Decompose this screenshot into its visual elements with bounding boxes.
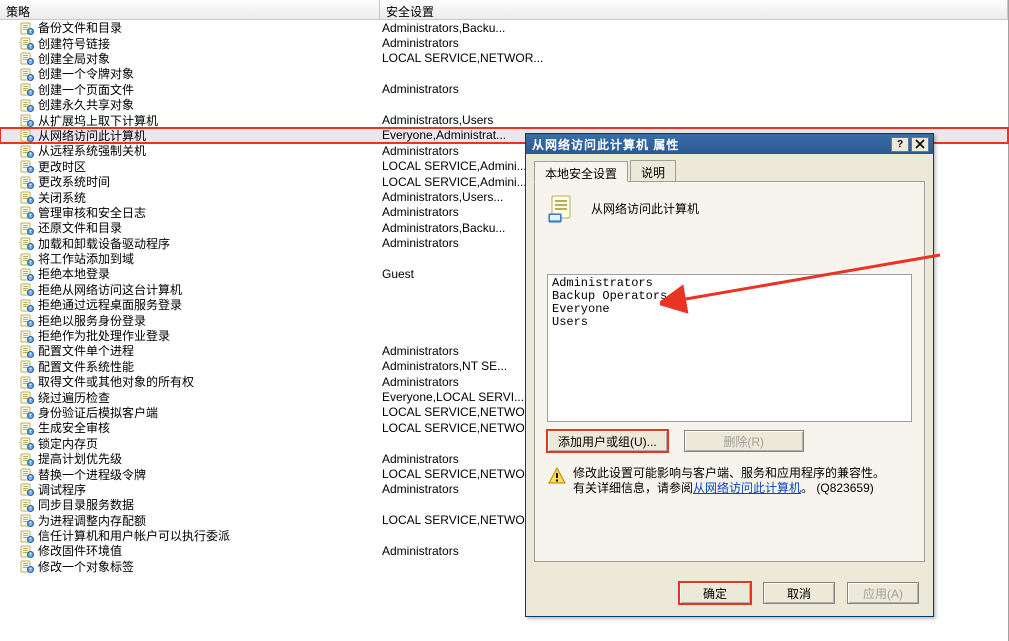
policy-icon — [20, 498, 34, 512]
policy-icon — [20, 405, 34, 419]
policy-setting: Administrators — [380, 36, 1008, 50]
warning-text: 修改此设置可能影响与客户端、服务和应用程序的兼容性。 有关详细信息，请参阅从网络… — [573, 466, 885, 496]
help-button[interactable]: ? — [891, 137, 909, 152]
policy-icon — [20, 51, 34, 65]
policy-icon — [20, 375, 34, 389]
policy-icon — [20, 205, 34, 219]
policy-icon — [20, 221, 34, 235]
policy-icon — [20, 21, 34, 35]
policy-icon — [20, 67, 34, 81]
policy-row[interactable]: 创建一个令牌对象 — [0, 66, 1008, 81]
policy-icon — [20, 529, 34, 543]
ok-button[interactable]: 确定 — [679, 582, 751, 604]
policy-icon — [20, 344, 34, 358]
policy-setting: Administrators — [380, 82, 1008, 96]
policy-setting: LOCAL SERVICE,NETWOR... — [380, 51, 1008, 65]
policy-icon — [20, 559, 34, 573]
dialog-title-text: 从网络访问此计算机 属性 — [532, 136, 889, 153]
policy-icon — [20, 467, 34, 481]
policy-icon — [20, 144, 34, 158]
help-icon: ? — [897, 139, 903, 150]
policy-icon — [20, 359, 34, 373]
policy-icon — [20, 329, 34, 343]
tab-strip: 本地安全设置 说明 — [534, 160, 925, 182]
remove-user-button: 删除(R) — [684, 430, 804, 452]
policy-icon — [20, 390, 34, 404]
policy-row[interactable]: 备份文件和目录 Administrators,Backu... — [0, 20, 1008, 35]
users-listbox[interactable]: Administrators Backup Operators Everyone… — [547, 274, 912, 422]
policy-icon — [20, 313, 34, 327]
apply-button: 应用(A) — [847, 582, 919, 604]
policy-icon — [20, 513, 34, 527]
properties-dialog: 从网络访问此计算机 属性 ? 本地安全设置 说明 — [525, 133, 934, 617]
policy-icon — [20, 159, 34, 173]
policy-icon — [20, 298, 34, 312]
close-button[interactable] — [911, 137, 929, 152]
policy-large-icon — [547, 192, 579, 224]
policy-name: 修改一个对象标签 — [38, 558, 134, 575]
add-user-button[interactable]: 添加用户或组(U)... — [547, 430, 668, 452]
policy-icon — [20, 252, 34, 266]
policy-icon — [20, 482, 34, 496]
policy-icon — [20, 190, 34, 204]
dialog-policy-name: 从网络访问此计算机 — [591, 200, 699, 217]
dialog-titlebar[interactable]: 从网络访问此计算机 属性 ? — [526, 134, 933, 154]
policy-row[interactable]: 从扩展坞上取下计算机 Administrators,Users — [0, 112, 1008, 127]
policy-icon — [20, 82, 34, 96]
policy-icon — [20, 282, 34, 296]
policy-icon — [20, 267, 34, 281]
warning-icon — [547, 466, 567, 486]
policy-setting: Administrators,Users — [380, 113, 1008, 127]
policy-icon — [20, 421, 34, 435]
policy-icon — [20, 98, 34, 112]
tab-explain[interactable]: 说明 — [630, 160, 676, 181]
dialog-footer: 确定 取消 应用(A) — [526, 572, 933, 616]
policy-icon — [20, 544, 34, 558]
policy-icon — [20, 36, 34, 50]
policy-icon — [20, 436, 34, 450]
policy-icon — [20, 128, 34, 142]
tab-page-local: 从网络访问此计算机 Administrators Backup Operator… — [534, 182, 925, 562]
tab-local-security[interactable]: 本地安全设置 — [534, 161, 628, 182]
col-header-policy[interactable]: 策略 — [0, 0, 380, 19]
policy-row[interactable]: 创建符号链接 Administrators — [0, 35, 1008, 50]
policy-icon — [20, 175, 34, 189]
policy-row[interactable]: 创建永久共享对象 — [0, 97, 1008, 112]
cancel-button[interactable]: 取消 — [763, 582, 835, 604]
policy-icon — [20, 452, 34, 466]
policy-row[interactable]: 创建全局对象 LOCAL SERVICE,NETWOR... — [0, 51, 1008, 66]
warning-link[interactable]: 从网络访问此计算机 — [693, 481, 801, 495]
list-header: 策略 安全设置 — [0, 0, 1008, 20]
close-icon — [915, 139, 925, 149]
policy-icon — [20, 113, 34, 127]
col-header-setting[interactable]: 安全设置 — [380, 0, 1008, 19]
policy-row[interactable]: 创建一个页面文件 Administrators — [0, 82, 1008, 97]
policy-icon — [20, 236, 34, 250]
policy-setting: Administrators,Backu... — [380, 21, 1008, 35]
